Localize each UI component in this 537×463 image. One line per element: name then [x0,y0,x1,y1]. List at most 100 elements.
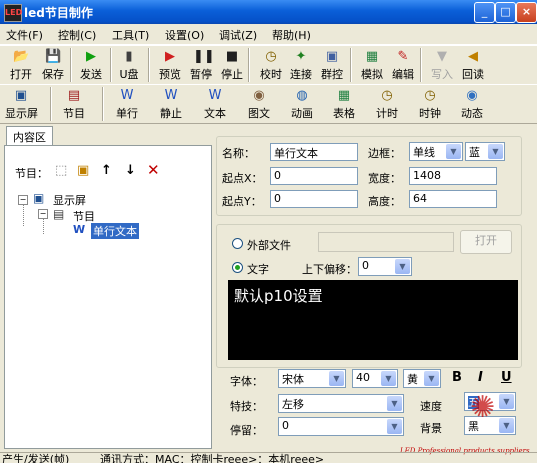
close-button[interactable]: × [516,2,537,23]
menu-control[interactable]: 控制(C) [58,27,96,43]
width-label: 宽度： [368,172,401,185]
font-size-value: 40 [356,371,370,384]
chevron-down-icon: ▼ [387,419,402,434]
vertical-offset-label: 上下偏移： [302,263,357,276]
text-radio-label: 文字 [247,263,269,276]
toolbar-button-connect[interactable]: ✦ 连接 [285,47,317,82]
toolbar-button-edit[interactable]: ✎ 编辑 [387,47,419,82]
width-field[interactable]: 1408 [409,167,497,185]
display-screen-icon: ▣ [14,88,28,103]
effect-select[interactable]: 左移 ▼ [278,394,404,413]
underline-button[interactable]: U [501,370,512,385]
save-icon: 💾 [45,49,62,64]
stay-select[interactable]: 0 ▼ [278,417,404,436]
display-screen-icon: ▣ [33,191,45,205]
open-folder-icon: 📂 [13,49,30,64]
start-x-label: 起点X： [222,172,263,185]
program-toolbar-label: 节目： [15,167,48,180]
toolbar-button-static[interactable]: W 静止 [155,86,187,121]
text-icon: W [208,88,222,103]
maximize-button[interactable]: □ [495,2,516,23]
toolbar-button-group-control[interactable]: ▣ 群控 [316,47,348,82]
delete-icon[interactable]: ✕ [147,161,160,179]
led-text-editor[interactable]: 默认p10设置 [228,280,518,360]
chevron-down-icon: ▼ [488,144,503,159]
toolbar-button-save[interactable]: 💾 保存 [37,47,69,82]
name-field[interactable]: 单行文本 [270,143,358,161]
new-item-icon[interactable]: ⬚ [55,163,67,178]
toolbar-button-display-screen[interactable]: ▣ 显示屏 [5,86,38,121]
bold-button[interactable]: B [452,370,462,385]
tree-collapse-toggle[interactable]: − [18,195,28,205]
clock-icon: ◷ [265,49,277,64]
italic-button[interactable]: I [478,370,483,385]
vertical-offset-select[interactable]: 0 ▼ [358,257,412,276]
toolbar-button-write[interactable]: ▼ 写入 [426,47,458,82]
toolbar-label: 打开 [10,68,32,81]
toolbar-button-pause[interactable]: ❚❚ 暂停 [185,47,217,82]
toolbar-button-table[interactable]: ▦ 表格 [328,86,360,121]
height-field[interactable]: 64 [409,190,497,208]
toolbar-button-program[interactable]: ▤ 节目 [58,86,90,121]
window-title: led节目制作 [24,6,93,20]
menu-help[interactable]: 帮助(H) [272,27,311,43]
toolbar-button-clock[interactable]: ◷ 校时 [255,47,287,82]
tree-collapse-toggle[interactable]: − [38,209,48,219]
start-y-field[interactable]: 0 [270,190,358,208]
toolbar-label: 预览 [159,68,181,81]
toolbar-button-clock[interactable]: ◷ 时钟 [414,86,446,121]
border-style-select[interactable]: 单线 ▼ [409,142,463,161]
toolbar-separator [50,87,52,121]
font-color-select[interactable]: 黄 ▼ [403,369,441,388]
toolbar-button-single-line[interactable]: W 单行 [111,86,143,121]
toolbar-button-animation[interactable]: ◍ 动画 [286,86,318,121]
move-down-icon[interactable]: ↓ [125,163,136,178]
toolbar-button-image-text[interactable]: ◉ 图文 [243,86,275,121]
title-bar: LED led节目制作 _ □ × [0,0,537,24]
toolbar-button-stop[interactable]: ■ 停止 [216,47,248,82]
table-icon: ▦ [337,88,351,103]
toolbar-separator [350,48,352,82]
toolbar-label: 写入 [431,68,453,81]
menu-debug[interactable]: 调试(Z) [219,27,257,43]
menu-settings[interactable]: 设置(O) [165,27,204,43]
move-up-icon[interactable]: ↑ [101,163,112,178]
tree-node-program[interactable]: 节目 [73,208,95,224]
open-file-button[interactable]: 打开 [460,230,512,254]
tree-node-single-line-text[interactable]: 单行文本 [91,223,139,239]
timer-icon: ◷ [381,88,393,103]
toolbar-button-send[interactable]: ▶ 发送 [75,47,107,82]
font-size-select[interactable]: 40 ▼ [352,369,398,388]
toolbar-label: 校时 [260,68,282,81]
tree-node-screen[interactable]: 显示屏 [53,192,86,208]
app-icon: LED [4,4,22,22]
toolbar-button-open-folder[interactable]: 📂 打开 [5,47,37,82]
connect-icon: ✦ [295,49,307,64]
minimize-button[interactable]: _ [474,2,495,23]
toolbar-button-dynamic[interactable]: ◉ 动态 [456,86,488,121]
send-icon: ▶ [86,49,96,64]
toolbar-button-usb[interactable]: ▮ U盘 [113,47,145,82]
image-text-icon: ◉ [253,88,265,103]
toolbar-button-timer[interactable]: ◷ 计时 [371,86,403,121]
menu-tools[interactable]: 工具(T) [112,27,149,43]
add-item-icon[interactable]: ▣ [77,163,89,178]
preview-text: 默认p10设置 [234,287,323,305]
simulate-icon: ▦ [365,49,379,64]
border-color-select[interactable]: 蓝 ▼ [465,142,505,161]
external-file-radio[interactable] [232,238,243,249]
start-x-field[interactable]: 0 [270,167,358,185]
tab-content-area[interactable]: 内容区 [6,126,53,147]
toolbar-button-readback[interactable]: ◀ 回读 [457,47,489,82]
toolbar-button-preview[interactable]: ▶ 预览 [154,47,186,82]
toolbar-separator [248,48,250,82]
toolbar-button-text[interactable]: W 文本 [199,86,231,121]
toolbar-label: 时钟 [419,107,441,120]
menu-file[interactable]: 文件(F) [6,27,43,43]
text-radio[interactable] [232,262,243,273]
toolbar-button-simulate[interactable]: ▦ 模拟 [356,47,388,82]
toolbar-label: 回读 [462,68,484,81]
static-icon: W [164,88,178,103]
font-select[interactable]: 宋体 ▼ [278,369,346,388]
write-icon: ▼ [437,49,447,64]
